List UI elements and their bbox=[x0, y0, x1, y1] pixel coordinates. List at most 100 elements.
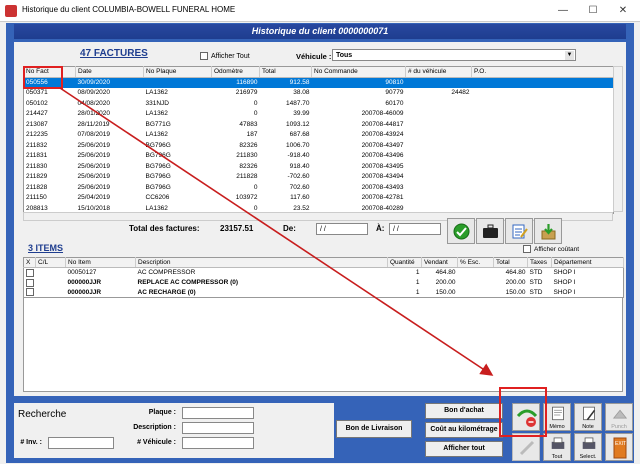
bon-achat-button[interactable]: Bon d'achat bbox=[425, 403, 503, 419]
inv-input[interactable] bbox=[48, 437, 114, 449]
table-cell: 1 bbox=[415, 269, 420, 277]
table-cell: 464.80 bbox=[435, 269, 456, 277]
checkbox-box[interactable] bbox=[26, 268, 34, 277]
chevron-down-icon[interactable]: ▼ bbox=[565, 51, 574, 60]
print-select-button[interactable]: Select. bbox=[574, 433, 602, 461]
table-row[interactable]: 211829 25/06/2019 BG796G 211828 -702.60 20070… bbox=[24, 172, 614, 183]
col-no-item[interactable]: No Item bbox=[65, 257, 136, 268]
memo-button[interactable]: Mémo bbox=[543, 403, 571, 431]
briefcase-button[interactable] bbox=[476, 218, 504, 244]
afficher-tout-checkbox[interactable]: Afficher Tout bbox=[200, 52, 250, 60]
checkbox-box[interactable] bbox=[523, 245, 531, 253]
table-cell: 464.80 bbox=[505, 269, 526, 277]
table-cell: 216979 bbox=[235, 89, 258, 97]
list-item[interactable]: 00050127 AC COMPRESSOR 1 464.80 464.80 STD SHO… bbox=[24, 268, 624, 278]
table-cell: 211828 bbox=[26, 183, 48, 191]
col-cl[interactable]: C/L bbox=[35, 257, 66, 268]
col-no-vehicule[interactable]: # du véhicule bbox=[405, 66, 472, 78]
description-input[interactable] bbox=[182, 422, 254, 434]
table-row[interactable]: 211828 25/06/2019 BG796G 0 702.60 200708-4349… bbox=[24, 182, 614, 193]
col-x[interactable]: X bbox=[23, 257, 36, 268]
punch-button[interactable]: Punch bbox=[605, 403, 633, 431]
table-cell: 150.00 bbox=[435, 288, 456, 296]
table-cell: 24482 bbox=[451, 89, 470, 97]
col-no-commande[interactable]: No Commande bbox=[311, 66, 406, 78]
row-checkbox[interactable] bbox=[24, 288, 36, 298]
table-row[interactable]: 050556 30/09/2020 116890 912.58 90810 bbox=[23, 77, 614, 88]
close-button[interactable]: ✕ bbox=[608, 2, 638, 20]
table-cell: 28/11/2019 bbox=[77, 120, 110, 128]
col-departement[interactable]: Département bbox=[551, 257, 624, 268]
confirm-button[interactable] bbox=[447, 218, 475, 244]
col-date[interactable]: Date bbox=[75, 66, 144, 78]
disabled-tool-button[interactable] bbox=[512, 433, 540, 461]
edit-document-button[interactable] bbox=[505, 218, 533, 244]
table-cell bbox=[458, 268, 494, 278]
table-cell: 1 bbox=[415, 288, 420, 296]
table-row[interactable]: 211832 25/06/2019 BG796G 82326 1006.70 200708… bbox=[24, 140, 614, 151]
table-row[interactable]: 211830 25/06/2019 BG796G 82326 918.40 200708-… bbox=[24, 161, 614, 172]
col-vendant[interactable]: Vendant bbox=[421, 257, 458, 268]
table-row[interactable]: 050371 08/09/2020 LA1362 216979 38.08 90779 24… bbox=[24, 88, 614, 99]
table-row[interactable]: 211831 25/06/2019 BG796G 211830 -918.40 20070… bbox=[24, 151, 614, 162]
table-row[interactable]: 213087 28/11/2019 BG771G 47883 1093.12 200708… bbox=[24, 119, 614, 130]
afficher-couteant-checkbox[interactable]: Afficher coûtant bbox=[520, 245, 579, 253]
col-po[interactable]: P.O. bbox=[471, 66, 614, 78]
table-cell: STD bbox=[529, 269, 543, 277]
bon-livraison-button[interactable]: Bon de Livraison bbox=[336, 420, 412, 438]
col-odometre[interactable]: Odomètre bbox=[211, 66, 260, 78]
col-description[interactable]: Description bbox=[135, 257, 388, 268]
table-row[interactable]: 211150 25/04/2019 CC6206 103972 117.60 200708… bbox=[24, 193, 614, 204]
col-quantite[interactable]: Quantité bbox=[387, 257, 422, 268]
row-checkbox[interactable] bbox=[24, 268, 36, 278]
date-to-input[interactable]: / / bbox=[389, 223, 441, 235]
table-cell: 000000JJR bbox=[67, 288, 102, 296]
select-label: Select. bbox=[579, 454, 597, 460]
svg-text:EXIT: EXIT bbox=[615, 441, 626, 447]
table-row[interactable]: 212235 07/08/2019 LA1362 187 687.68 200708-43… bbox=[24, 130, 614, 141]
table-cell: BG796G bbox=[145, 173, 171, 181]
col-total[interactable]: Total bbox=[259, 66, 312, 78]
row-checkbox[interactable] bbox=[24, 278, 36, 288]
vehicule-search-input[interactable] bbox=[182, 437, 254, 449]
exit-door-icon: EXIT bbox=[613, 437, 627, 459]
col-taxes[interactable]: Taxes bbox=[527, 257, 552, 268]
checkbox-box[interactable] bbox=[26, 288, 34, 297]
maximize-button[interactable]: ☐ bbox=[578, 2, 608, 20]
col-total[interactable]: Total bbox=[493, 257, 528, 268]
factures-vertical-scrollbar[interactable] bbox=[613, 66, 623, 212]
table-cell: LA1362 bbox=[145, 131, 168, 139]
table-cell bbox=[406, 140, 472, 151]
document-edit-icon bbox=[512, 224, 528, 239]
search-panel: Recherche Plaque : Description : # Véhic… bbox=[14, 403, 334, 458]
plaque-input[interactable] bbox=[182, 407, 254, 419]
checkbox-box[interactable] bbox=[26, 278, 34, 287]
table-cell: BG771G bbox=[145, 120, 171, 128]
table-cell bbox=[406, 119, 472, 130]
cout-kilometrage-button[interactable]: Coût au kilométrage bbox=[425, 422, 503, 438]
minimize-button[interactable]: — bbox=[548, 2, 578, 20]
col-no-plaque[interactable]: No Plaque bbox=[143, 66, 212, 78]
vehicule-select[interactable]: Tous ▼ bbox=[332, 49, 576, 61]
afficher-tout-button[interactable]: Afficher tout bbox=[425, 441, 503, 457]
table-row[interactable]: 050102 04/08/2020 331NJD 0 1487.70 60170 bbox=[24, 98, 614, 109]
table-cell: 213087 bbox=[26, 120, 48, 128]
list-item[interactable]: 000000JJR REPLACE AC COMPRESSOR (0) 1 200.0… bbox=[24, 278, 624, 288]
table-cell: -702.60 bbox=[287, 173, 310, 181]
list-item[interactable]: 000000JJR AC RECHARGE (0) 1 150.00 150.00 STD… bbox=[24, 288, 624, 298]
table-row[interactable]: 214427 28/01/2020 LA1362 0 39.99 200708-46009 bbox=[24, 109, 614, 120]
exit-button[interactable]: EXIT bbox=[605, 433, 633, 461]
note-button[interactable]: Note bbox=[574, 403, 602, 431]
table-cell bbox=[472, 161, 614, 172]
print-all-button[interactable]: Tout bbox=[543, 433, 571, 461]
checkbox-box[interactable] bbox=[200, 52, 208, 60]
export-button[interactable] bbox=[534, 218, 562, 244]
highlight-box-transfer bbox=[499, 387, 547, 437]
date-from-input[interactable]: / / bbox=[316, 223, 368, 235]
table-cell: 38.08 bbox=[293, 89, 310, 97]
table-cell bbox=[406, 130, 472, 141]
table-cell: 200708-43494 bbox=[361, 173, 404, 181]
col-esc[interactable]: % Esc. bbox=[457, 257, 494, 268]
table-cell: AC RECHARGE (0) bbox=[137, 288, 196, 296]
items-header-row: X C/L No Item Description Quantité Venda… bbox=[23, 257, 624, 268]
